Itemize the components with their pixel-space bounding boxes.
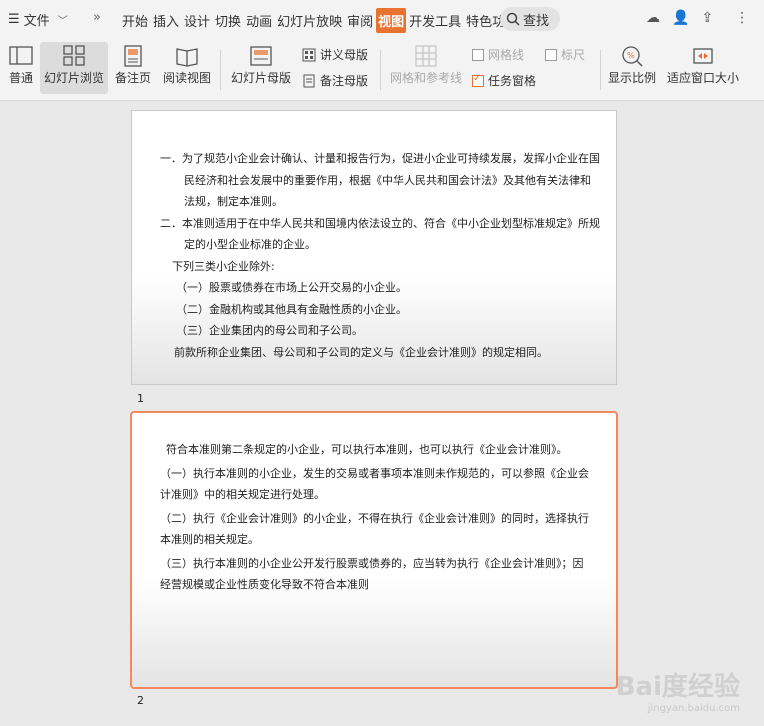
tab-animations[interactable]: 动画 (244, 8, 274, 33)
handout-master-button[interactable]: 讲义母版 (302, 46, 368, 63)
menu-icon: ☰ (8, 12, 20, 27)
grid-icon (415, 45, 437, 67)
chevron-down-icon: ﹀ (57, 16, 68, 27)
handout-master-icon (302, 48, 316, 61)
notes-page-label: 备注页 (114, 71, 151, 85)
slide-sorter-canvas: 一．为了规范小企业会计确认、计量和报告行为，促进小企业可持续发展，发挥小企业在国… (0, 101, 764, 726)
slide-master-icon (250, 46, 272, 66)
fit-window-icon (693, 48, 713, 64)
gridlines-label: 网格线 (488, 48, 525, 62)
slide-master-label: 幻灯片母版 (230, 71, 291, 85)
search-button[interactable]: 查找 (500, 7, 560, 31)
gridlines-checkbox[interactable]: 网格线 (472, 46, 524, 63)
slide-1-paragraph: 二．本准则适用于在中华人民共和国境内依法设立的、符合《中小企业划型标准规定》所规… (160, 216, 600, 252)
zoom-icon: % (622, 46, 643, 67)
tab-developer[interactable]: 开发工具 (407, 8, 463, 33)
fit-window-label: 适应窗口大小 (666, 71, 739, 85)
slide-2-paragraph: （一）执行本准则的小企业，发生的交易或者事项本准则未作规范的，可以参照《企业会计… (160, 466, 589, 502)
tab-slideshow[interactable]: 幻灯片放映 (275, 8, 344, 33)
reading-view-icon (176, 48, 198, 67)
svg-text:%: % (627, 51, 635, 60)
slide-1-paragraph: （一）股票或债券在市场上公开交易的小企业。 (176, 281, 407, 294)
tab-transitions[interactable]: 切换 (213, 8, 243, 33)
slide-sorter-icon (63, 45, 85, 66)
slide-2-text: 符合本准则第二条规定的小企业，可以执行本准则，也可以执行《企业会计准则》。 （一… (160, 439, 590, 596)
slide-thumbnail-2[interactable]: 符合本准则第二条规定的小企业，可以执行本准则，也可以执行《企业会计准则》。 （一… (130, 411, 618, 689)
ribbon-divider (600, 50, 601, 90)
ribbon-divider (220, 50, 221, 90)
slide-1-paragraph: 前款所称企业集团、母公司和子公司的定义与《企业会计准则》的规定相同。 (174, 345, 548, 359)
ribbon-divider (380, 50, 381, 90)
slide-2-paragraph: （二）执行《企业会计准则》的小企业，不得在执行《企业会计准则》的同时，选择执行本… (160, 511, 589, 547)
ruler-label: 标尺 (561, 48, 586, 62)
notes-master-label: 备注母版 (320, 74, 369, 88)
menu-bar: ☰ 文件 ﹀ » 开始 插入 设计 切换 动画 幻灯片放映 审阅 视图 开发工具… (0, 0, 764, 40)
ribbon-toolbar: 普通 幻灯片浏览 备注页 阅读视图 幻灯片母版 讲义母版 备注母版 网格和参考线… (0, 40, 764, 101)
notes-page-button[interactable]: 备注页 (112, 42, 154, 94)
file-menu[interactable]: ☰ 文件 ﹀ (8, 10, 68, 29)
search-icon (506, 12, 520, 26)
top-icons: ☁ 👤 ⇪ ⋮ (646, 10, 749, 26)
slide-thumbnail-1[interactable]: 一．为了规范小企业会计确认、计量和报告行为，促进小企业可持续发展，发挥小企业在国… (131, 110, 617, 385)
add-user-icon[interactable]: 👤 (672, 10, 689, 26)
handout-master-label: 讲义母版 (320, 48, 369, 62)
grid-guides-label: 网格和参考线 (389, 71, 462, 85)
normal-view-label: 普通 (8, 71, 33, 85)
zoom-button[interactable]: % 显示比例 (606, 42, 658, 94)
slide-1-paragraph: 下列三类小企业除外: (172, 259, 275, 273)
slide-1-paragraph: 一．为了规范小企业会计确认、计量和报告行为，促进小企业可持续发展，发挥小企业在国… (160, 152, 600, 208)
notes-master-button[interactable]: 备注母版 (302, 72, 368, 89)
ribbon-tabs: 开始 插入 设计 切换 动画 幻灯片放映 审阅 视图 开发工具 特色功能 (120, 8, 521, 33)
tab-design[interactable]: 设计 (182, 8, 212, 33)
notes-page-icon (124, 45, 142, 67)
slide-2-paragraph: （三）执行本准则的小企业公开发行股票或债券的，应当转为执行《企业会计准则》；因经… (160, 556, 584, 592)
ruler-checkbox[interactable]: 标尺 (545, 46, 585, 63)
fit-window-button[interactable]: 适应窗口大小 (664, 42, 742, 94)
file-menu-label: 文件 (23, 14, 50, 29)
share-icon[interactable]: ⇪ (701, 10, 713, 26)
slide-master-button[interactable]: 幻灯片母版 (228, 42, 294, 94)
reading-view-button[interactable]: 阅读视图 (160, 42, 214, 94)
more-tabs-icon[interactable]: » (93, 10, 101, 25)
reading-view-label: 阅读视图 (162, 71, 211, 85)
gridlines-checkbox-box (472, 48, 484, 61)
slide-2-paragraph: 符合本准则第二条规定的小企业，可以执行本准则，也可以执行《企业会计准则》。 (166, 443, 568, 456)
tab-review[interactable]: 审阅 (345, 8, 375, 33)
zoom-label: 显示比例 (607, 71, 656, 85)
normal-view-button[interactable]: 普通 (4, 42, 38, 94)
tab-home[interactable]: 开始 (120, 8, 150, 33)
slide-sorter-label: 幻灯片浏览 (43, 71, 104, 85)
grid-guides-button[interactable]: 网格和参考线 (386, 42, 466, 94)
task-pane-checkbox-box (472, 73, 484, 87)
task-pane-label: 任务窗格 (488, 74, 537, 88)
task-pane-checkbox[interactable]: 任务窗格 (472, 72, 536, 89)
slide-1-text: 一．为了规范小企业会计确认、计量和报告行为，促进小企业可持续发展，发挥小企业在国… (160, 148, 600, 363)
ruler-checkbox-box (545, 48, 557, 61)
normal-view-icon (9, 46, 33, 65)
slide-sorter-button[interactable]: 幻灯片浏览 (40, 42, 108, 94)
notes-master-icon (303, 74, 315, 87)
slide-1-paragraph: （二）金融机构或其他具有金融性质的小企业。 (176, 302, 407, 316)
slide-number-2: 2 (137, 694, 144, 707)
search-label: 查找 (523, 13, 550, 29)
tab-insert[interactable]: 插入 (151, 8, 181, 33)
tab-view[interactable]: 视图 (376, 8, 407, 33)
slide-number-1: 1 (137, 392, 144, 405)
watermark-logo: Bai度经验 jingyan.baidu.com (615, 672, 740, 714)
cloud-icon[interactable]: ☁ (646, 10, 660, 26)
more-options-icon[interactable]: ⋮ (735, 10, 749, 26)
slide-1-paragraph: （三）企业集团内的母公司和子公司。 (176, 324, 363, 337)
